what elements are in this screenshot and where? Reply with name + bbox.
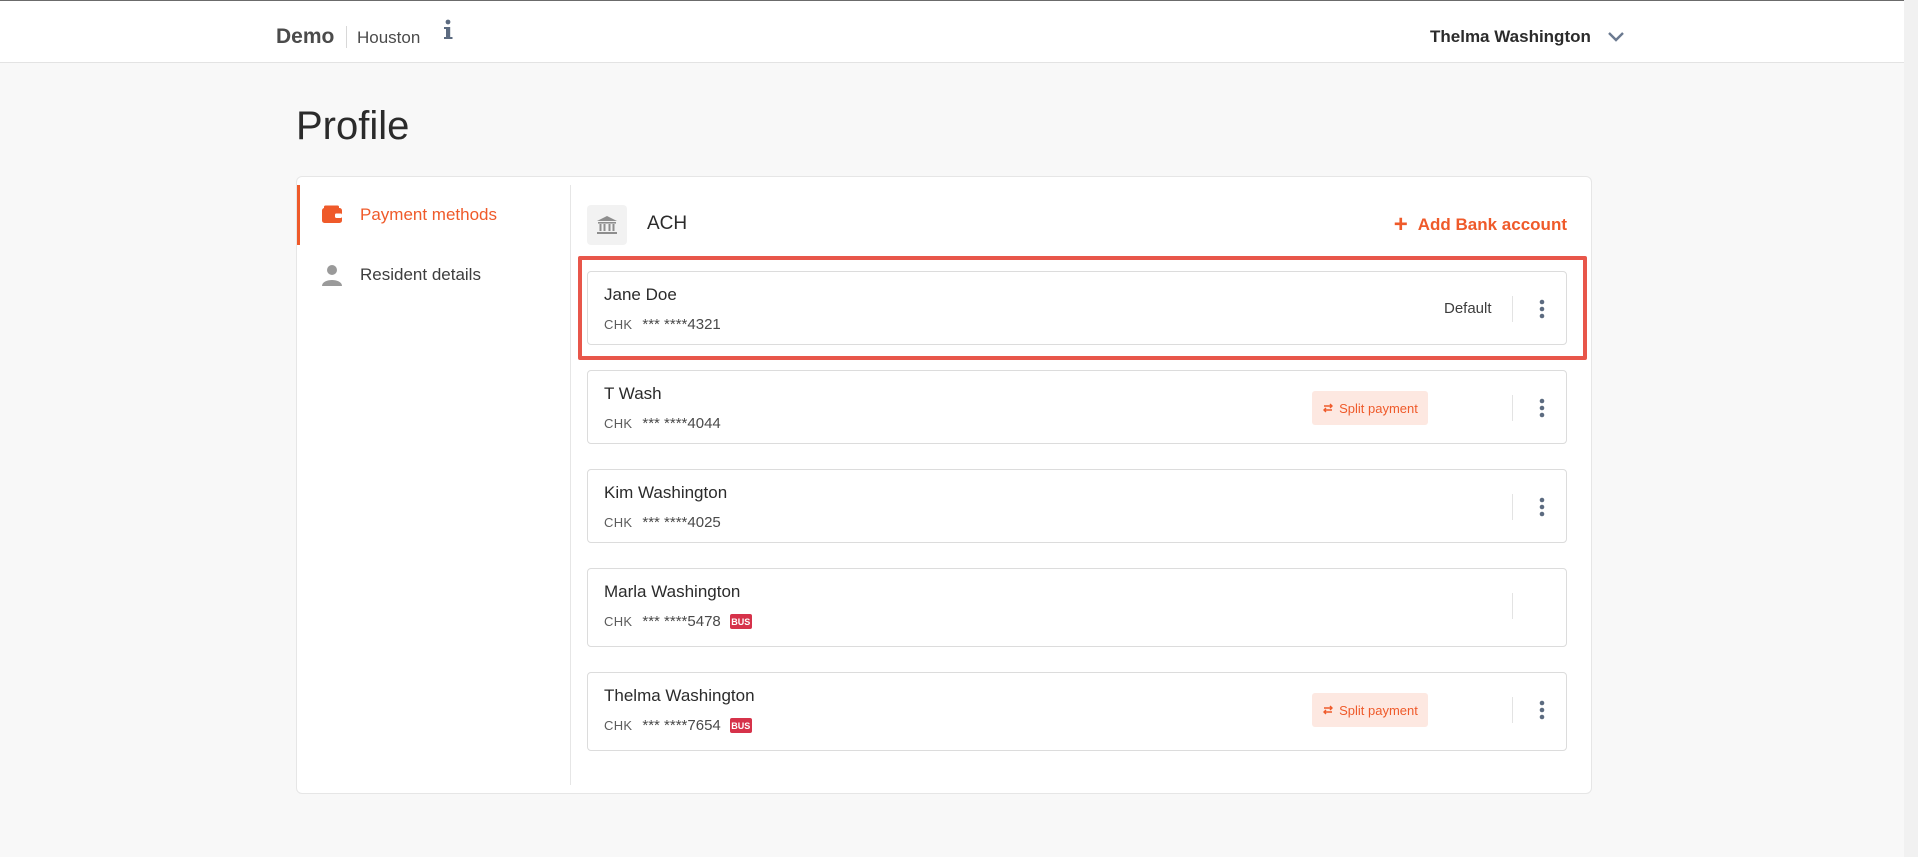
divider xyxy=(1512,296,1513,322)
divider xyxy=(1512,697,1513,723)
account-holder-name: Kim Washington xyxy=(604,483,728,502)
account-holder-name: T Wash xyxy=(604,384,662,403)
business-badge: BUS xyxy=(729,718,752,733)
brand-divider xyxy=(346,26,347,48)
wallet-icon xyxy=(322,205,342,223)
split-payment-badge: Split payment xyxy=(1312,391,1428,425)
account-details: CHK *** ****4044 xyxy=(604,415,721,432)
split-payment-label: Split payment xyxy=(1339,702,1418,718)
kebab-menu-icon xyxy=(1539,700,1545,720)
bank-account-card[interactable]: T Wash CHK *** ****4044 Split payment xyxy=(587,370,1567,444)
bank-account-card[interactable]: Thelma Washington CHK *** ****7654 BUS S… xyxy=(587,672,1567,751)
page-title: Profile xyxy=(296,104,410,148)
top-bar: Demo Houston Thelma Washington xyxy=(0,0,1904,63)
account-type: CHK xyxy=(604,718,633,733)
user-name: Thelma Washington xyxy=(1430,27,1591,46)
person-icon xyxy=(322,265,342,286)
bank-icon xyxy=(587,205,627,245)
sidebar-item-label: Payment methods xyxy=(360,205,498,224)
divider xyxy=(1512,395,1513,421)
account-holder-name: Jane Doe xyxy=(604,285,677,304)
kebab-menu-icon xyxy=(1539,497,1545,517)
info-icon[interactable] xyxy=(441,18,455,42)
account-number: *** ****5478 xyxy=(642,613,721,630)
kebab-menu-icon xyxy=(1539,398,1545,418)
account-type: CHK xyxy=(604,416,633,431)
split-icon xyxy=(1323,403,1334,413)
account-details: CHK *** ****5478 BUS xyxy=(604,613,752,630)
location-name: Houston xyxy=(357,28,421,47)
split-icon xyxy=(1323,705,1334,715)
split-payment-badge: Split payment xyxy=(1312,693,1428,727)
sidebar-item-payment-methods[interactable]: Payment methods xyxy=(297,185,571,245)
sidebar-item-resident-details[interactable]: Resident details xyxy=(297,245,571,305)
more-options-button[interactable] xyxy=(1530,695,1554,725)
user-menu[interactable]: Thelma Washington xyxy=(1430,25,1625,49)
sidebar: Payment methods Resident details xyxy=(297,185,571,785)
account-number: *** ****4321 xyxy=(642,316,721,333)
chevron-down-icon xyxy=(1608,32,1624,42)
divider xyxy=(1512,593,1513,619)
sidebar-item-label: Resident details xyxy=(360,265,481,284)
split-payment-label: Split payment xyxy=(1339,400,1418,416)
kebab-menu-icon xyxy=(1539,299,1545,319)
more-options-button[interactable] xyxy=(1530,393,1554,423)
more-options-button[interactable] xyxy=(1530,492,1554,522)
add-bank-account-button[interactable]: + Add Bank account xyxy=(1394,213,1567,237)
account-type: CHK xyxy=(604,515,633,530)
ach-title: ACH xyxy=(647,213,688,234)
bank-account-card[interactable]: Kim Washington CHK *** ****4025 xyxy=(587,469,1567,543)
payment-methods-panel: ACH + Add Bank account Jane Doe CHK *** … xyxy=(587,177,1577,795)
add-bank-account-label: Add Bank account xyxy=(1417,215,1567,234)
plus-icon: + xyxy=(1393,211,1408,238)
bank-account-card[interactable]: Marla Washington CHK *** ****5478 BUS xyxy=(587,568,1567,647)
account-number: *** ****4044 xyxy=(642,415,721,432)
scrollbar[interactable] xyxy=(1904,0,1918,857)
account-holder-name: Marla Washington xyxy=(604,582,741,601)
divider xyxy=(1512,494,1513,520)
business-badge: BUS xyxy=(729,614,752,629)
ach-header: ACH + Add Bank account xyxy=(587,205,1577,245)
account-details: CHK *** ****4321 xyxy=(604,316,721,333)
account-number: *** ****7654 xyxy=(642,717,721,734)
default-label: Default xyxy=(1444,300,1492,317)
account-details: CHK *** ****4025 xyxy=(604,514,721,531)
account-number: *** ****4025 xyxy=(642,514,721,531)
account-type: CHK xyxy=(604,317,633,332)
bank-account-card[interactable]: Jane Doe CHK *** ****4321 Default xyxy=(587,271,1567,345)
account-details: CHK *** ****7654 BUS xyxy=(604,717,752,734)
profile-card: Payment methods Resident details ACH + A… xyxy=(296,176,1592,794)
brand-name[interactable]: Demo xyxy=(276,25,334,49)
account-type: CHK xyxy=(604,614,633,629)
account-holder-name: Thelma Washington xyxy=(604,686,755,705)
more-options-button[interactable] xyxy=(1530,294,1554,324)
